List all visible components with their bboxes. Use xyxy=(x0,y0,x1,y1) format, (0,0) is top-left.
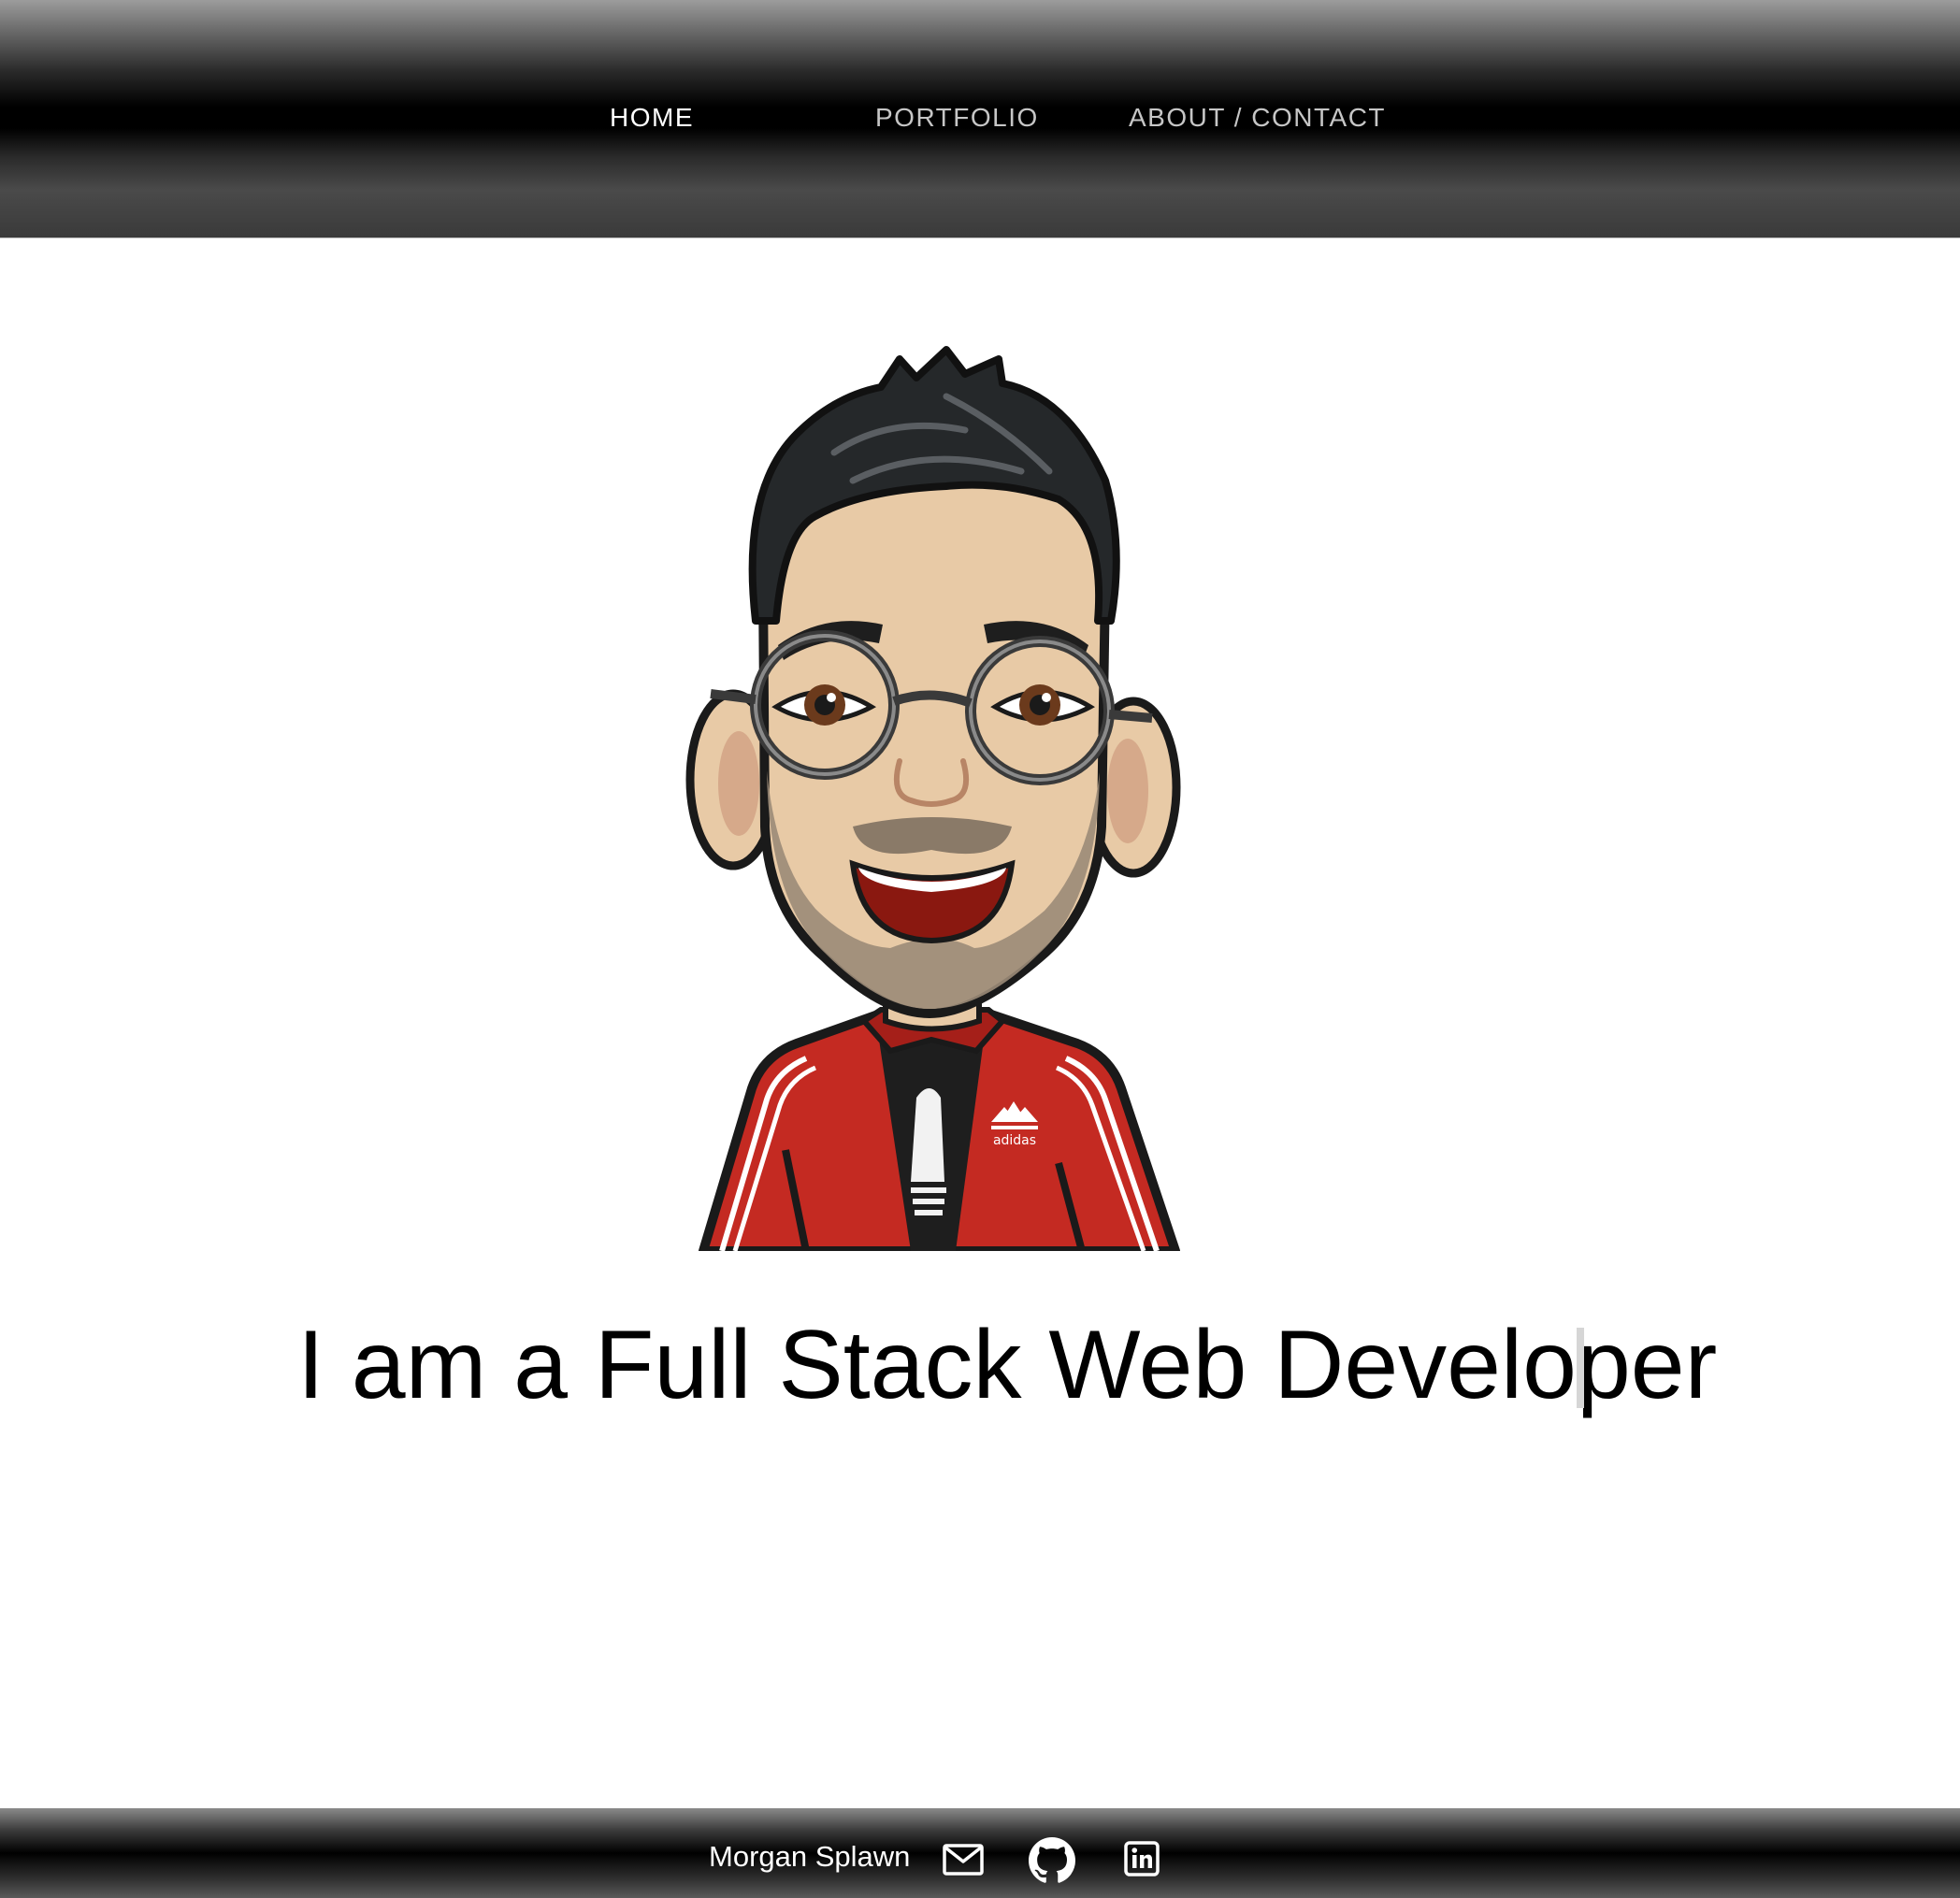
linkedin-icon[interactable] xyxy=(1124,1841,1160,1876)
github-icon[interactable] xyxy=(1029,1837,1075,1884)
nav-about-contact-link[interactable]: ABOUT / CONTACT xyxy=(1129,101,1386,135)
hero-tagline: I am a Full Stack Web Developer xyxy=(297,1311,1718,1419)
nav-portfolio-link[interactable]: PORTFOLIO xyxy=(875,101,1039,135)
nav-home-link[interactable]: HOME xyxy=(610,101,694,135)
typing-cursor xyxy=(1577,1328,1584,1408)
main-nav: HOME PORTFOLIO ABOUT / CONTACT xyxy=(0,0,1960,237)
site-footer: Morgan Splawn xyxy=(0,1808,1960,1898)
hero-section: adidas I am a Full Stack Web Developer xyxy=(0,237,1960,1808)
avatar-image: adidas xyxy=(685,346,1181,1251)
site-header: HOME PORTFOLIO ABOUT / CONTACT xyxy=(0,0,1960,238)
footer-author-name: Morgan Splawn xyxy=(709,1840,911,1873)
svg-text:adidas: adidas xyxy=(993,1133,1036,1148)
mail-icon[interactable] xyxy=(943,1844,984,1876)
